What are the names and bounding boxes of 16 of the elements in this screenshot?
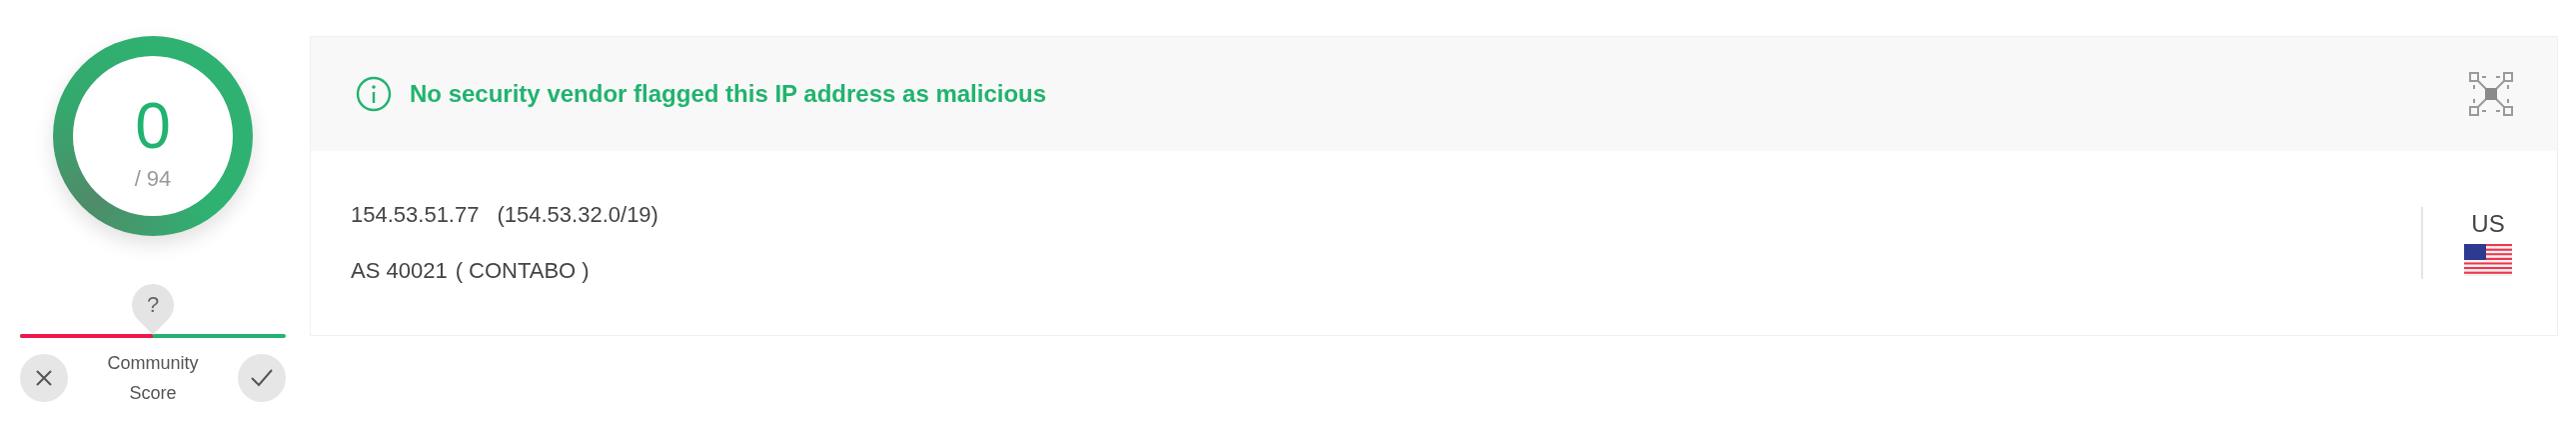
verdict-message: No security vendor flagged this IP address as malicious bbox=[410, 80, 1048, 108]
vendor-total: / 94 bbox=[134, 166, 172, 192]
flag-icon bbox=[2464, 244, 2512, 276]
detection-count: 0 bbox=[135, 94, 171, 158]
vote-harmless-button[interactable] bbox=[238, 354, 286, 402]
community-score-label: Community Score bbox=[106, 352, 200, 405]
ip-address: 154.53.51.77 bbox=[351, 202, 480, 228]
check-icon bbox=[251, 369, 273, 387]
country-code: US bbox=[2471, 210, 2505, 238]
info-icon bbox=[356, 76, 392, 112]
vote-harmful-button[interactable] bbox=[20, 354, 68, 402]
asn-number: AS 40021 bbox=[351, 258, 448, 284]
network-range[interactable]: (154.53.32.0/19) bbox=[497, 202, 658, 228]
graph-icon[interactable] bbox=[2469, 72, 2513, 116]
asn-owner: ( CONTABO ) bbox=[455, 258, 590, 284]
close-icon bbox=[35, 369, 53, 387]
